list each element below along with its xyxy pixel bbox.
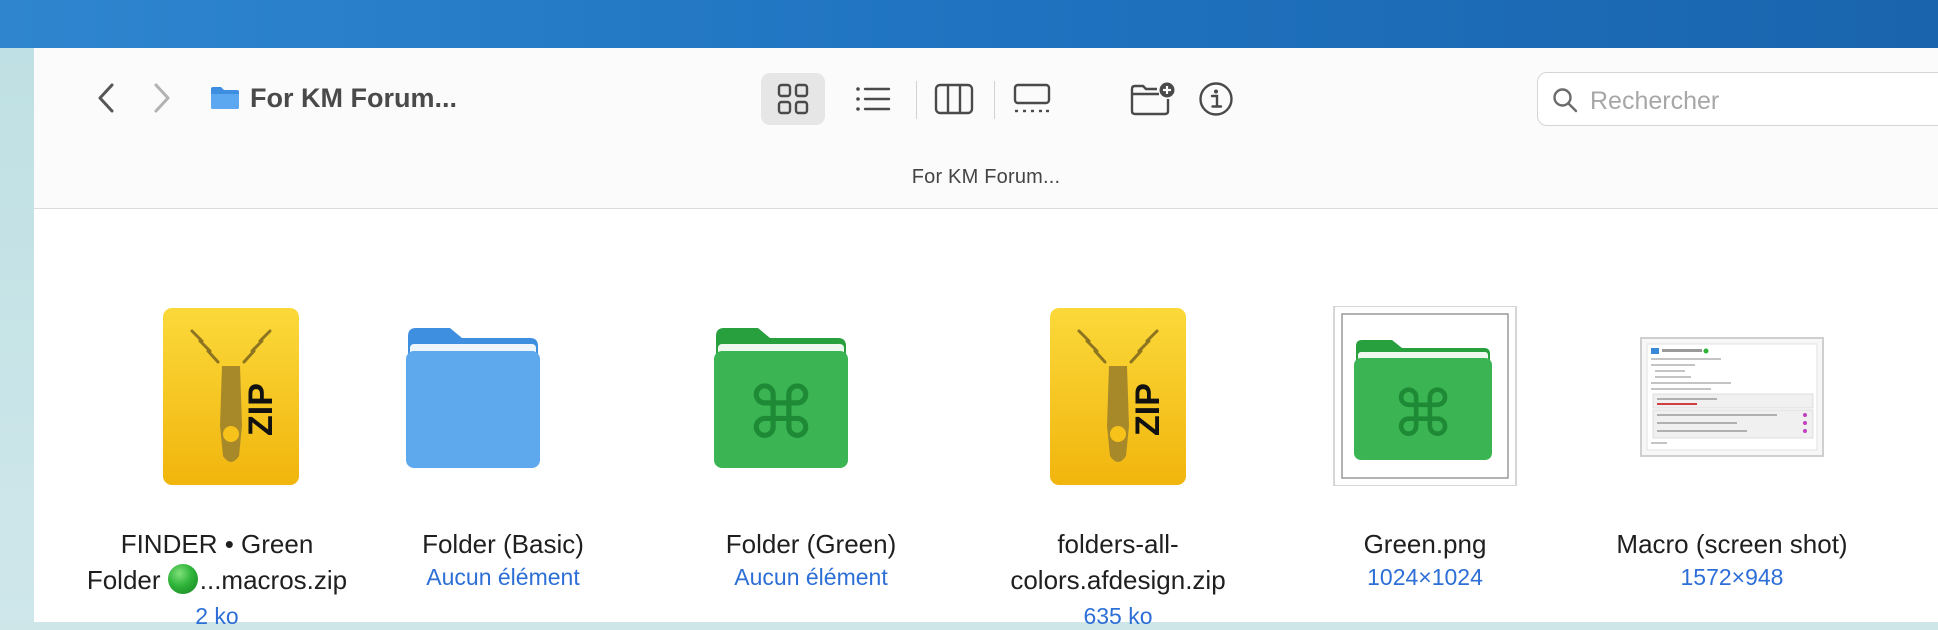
forward-button[interactable] xyxy=(142,78,182,118)
window-title: For KM Forum... xyxy=(210,78,457,118)
desktop-wallpaper-left xyxy=(0,48,34,622)
toolbar-separator xyxy=(916,81,917,119)
gallery-view-icon xyxy=(1013,83,1051,113)
back-button[interactable] xyxy=(86,78,126,118)
search-icon xyxy=(1553,88,1578,113)
blue-folder-icon xyxy=(406,328,540,468)
window-title-text: For KM Forum... xyxy=(250,82,457,113)
file-name: Green.png xyxy=(1363,529,1487,559)
info-icon xyxy=(1199,82,1233,116)
chevron-left-icon xyxy=(98,83,114,113)
chevron-right-icon xyxy=(154,83,170,113)
file-size: 2 ko xyxy=(195,603,239,629)
folder-icon xyxy=(211,87,239,109)
list-view-icon xyxy=(856,87,891,111)
column-view-icon xyxy=(934,83,974,115)
icon-view-button[interactable] xyxy=(761,73,825,125)
info-button[interactable] xyxy=(1184,73,1248,125)
file-name: FINDER • Green Folder ...macros.zip xyxy=(86,529,348,595)
toolbar-separator xyxy=(994,81,995,119)
file-name: Folder (Basic) xyxy=(422,529,584,559)
file-size: 635 ko xyxy=(1083,603,1153,629)
image-dimensions: 1024×1024 xyxy=(1367,564,1483,590)
new-folder-icon xyxy=(1130,82,1175,116)
file-name: Folder (Green) xyxy=(725,529,897,559)
search-input[interactable]: Rechercher xyxy=(1590,87,1719,116)
file-name: Macro (screen shot) xyxy=(1616,529,1848,559)
zip-archive-icon: ZIP xyxy=(163,308,299,485)
gallery-view-button[interactable] xyxy=(1000,73,1064,125)
file-grid: ZIP FINDER • Green Folder ...macros.zip … xyxy=(34,208,1938,629)
column-view-button[interactable] xyxy=(922,73,986,125)
path-subtitle: For KM Forum... xyxy=(911,166,1061,188)
svg-text:ZIP: ZIP xyxy=(1129,383,1167,436)
zip-archive-icon: ZIP xyxy=(1050,308,1186,485)
image-thumbnail-icon: ⌘ xyxy=(1333,306,1517,486)
svg-text:⌘: ⌘ xyxy=(1391,378,1455,452)
file-info: Aucun élément xyxy=(426,564,580,590)
screenshot-thumbnail-icon xyxy=(1640,337,1824,457)
green-circle-emoji xyxy=(167,564,198,594)
search-field[interactable]: Rechercher xyxy=(1537,72,1938,126)
file-info: Aucun élément xyxy=(734,564,888,590)
new-folder-button[interactable] xyxy=(1121,73,1185,125)
file-name: folders-all- colors.afdesign.zip xyxy=(1010,529,1226,595)
desktop-wallpaper-top xyxy=(0,0,1938,48)
green-command-folder-icon: ⌘ xyxy=(714,328,848,468)
icon-view-icon xyxy=(777,83,809,115)
image-dimensions: 1572×948 xyxy=(1680,564,1784,590)
finder-window: For KM Forum... Rechercher For KM Forum.… xyxy=(34,48,1938,629)
svg-text:⌘: ⌘ xyxy=(745,371,817,455)
svg-text:ZIP: ZIP xyxy=(242,383,280,436)
toolbar: For KM Forum... Rechercher For KM Forum.… xyxy=(34,48,1938,209)
list-view-button[interactable] xyxy=(841,73,905,125)
